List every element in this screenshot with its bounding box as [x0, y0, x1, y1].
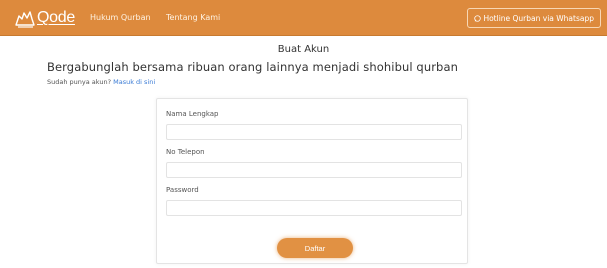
- phone-label: No Telepon: [166, 148, 205, 156]
- page-title: Buat Akun: [277, 44, 330, 55]
- hotline-label: Hotline Qurban via Whatsapp: [483, 13, 594, 23]
- daftar-button[interactable]: Daftar: [277, 238, 353, 258]
- password-input[interactable]: [166, 200, 462, 216]
- whatsapp-icon: [474, 14, 482, 22]
- page-headline: Bergabunglah bersama ribuan orang lainny…: [47, 60, 458, 74]
- password-label: Password: [166, 186, 199, 194]
- nav-link-tentang-kami[interactable]: Tentang Kami: [166, 13, 220, 22]
- brand-logo[interactable]: Qode: [14, 5, 75, 31]
- goat-logo-icon: [15, 11, 35, 28]
- nav-link-hukum-qurban[interactable]: Hukum Qurban: [90, 13, 151, 22]
- login-prompt-text: Sudah punya akun?: [47, 78, 112, 86]
- login-link[interactable]: Masuk di sini: [113, 78, 155, 86]
- brand-name: Qode: [37, 9, 75, 26]
- top-navbar: Qode Hukum Qurban Tentang Kami Hotline Q…: [0, 0, 607, 36]
- phone-input[interactable]: [166, 162, 462, 178]
- full-name-input[interactable]: [166, 124, 462, 140]
- hotline-whatsapp-button[interactable]: Hotline Qurban via Whatsapp: [467, 8, 601, 28]
- login-prompt: Sudah punya akun? Masuk di sini: [47, 78, 155, 86]
- full-name-label: Nama Lengkap: [166, 110, 219, 118]
- register-form-card: Nama Lengkap No Telepon Password Daftar: [156, 98, 468, 264]
